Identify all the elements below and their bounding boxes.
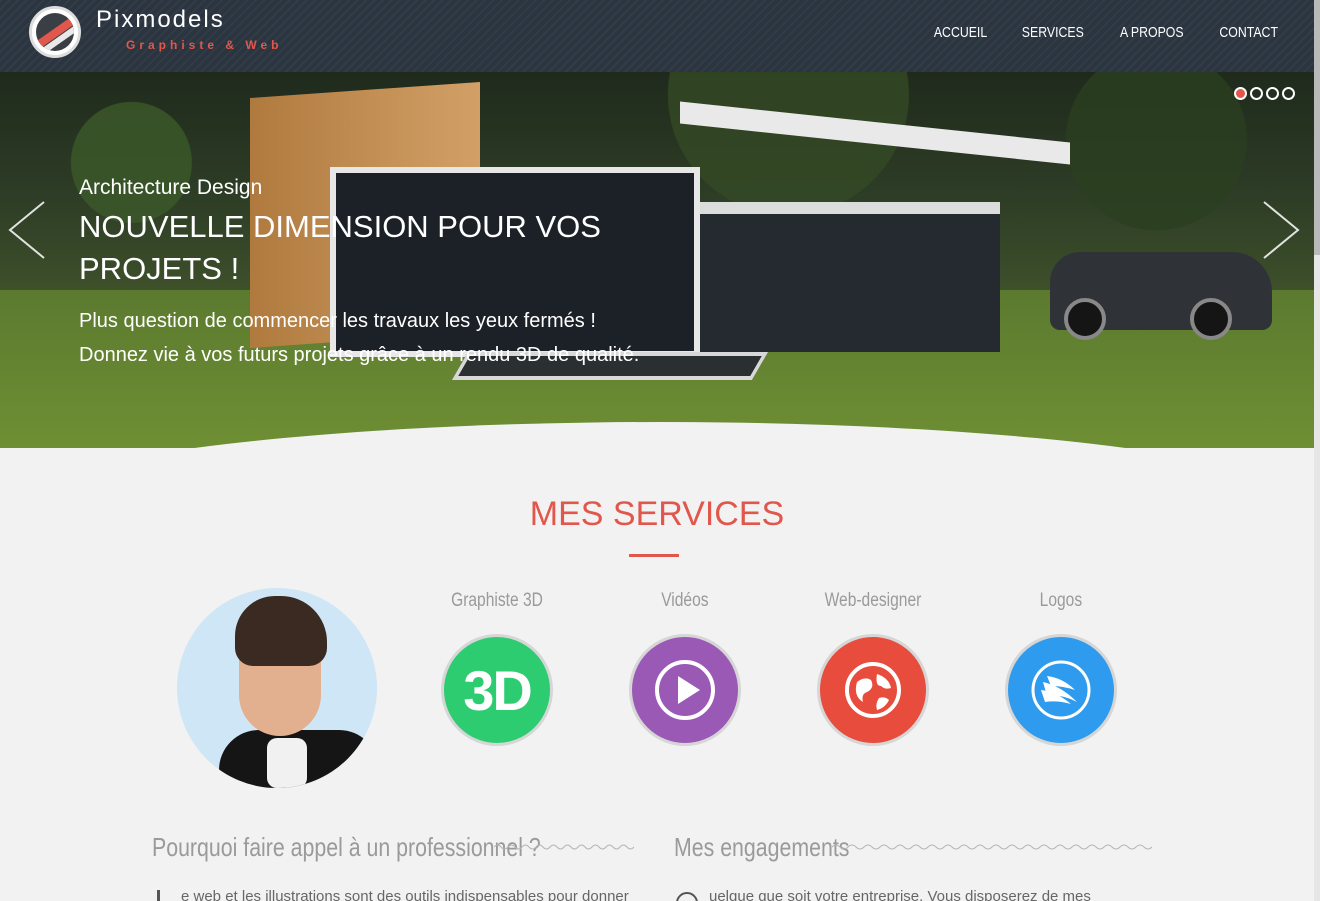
drop-cap-q-icon [676,892,698,901]
drop-cap-l-icon [157,890,160,901]
title-underline [629,554,679,557]
service-logos[interactable]: Logos [996,590,1126,746]
site-header: Pixmodels Graphiste & Web ACCUEIL SERVIC… [0,0,1314,72]
wavy-divider [832,844,1153,850]
service-graphiste-3d[interactable]: Graphiste 3D 3D [432,590,562,746]
chevron-right-icon[interactable] [1258,200,1302,260]
main-nav: ACCUEIL SERVICES A PROPOS CONTACT [928,24,1284,41]
hero-title: NOUVELLE DIMENSION POUR VOS PROJETS ! [79,209,601,286]
slide-dot-4[interactable] [1282,87,1295,100]
hero-text: Plus question de commencer les travaux l… [79,310,640,366]
globe-icon[interactable] [817,634,929,746]
commitments-title: Mes engagements [674,832,850,862]
brand-name[interactable]: Pixmodels [96,6,225,34]
car-image [1050,252,1272,340]
slider-pagination [1234,87,1295,100]
scrollbar-thumb[interactable] [1314,0,1320,255]
bird-logo-icon[interactable] [1005,634,1117,746]
wavy-divider [494,844,634,850]
house-right-wing [700,202,1000,352]
slide-dot-2[interactable] [1250,87,1263,100]
nav-contact[interactable]: CONTACT [1219,24,1278,41]
services-title: MES SERVICES [529,495,785,533]
3d-text-icon[interactable]: 3D [441,634,553,746]
service-label: Graphiste 3D [451,590,543,611]
brand-tagline: Graphiste & Web [126,38,283,52]
nav-accueil[interactable]: ACCUEIL [934,24,987,41]
service-label: Vidéos [661,590,709,611]
service-videos[interactable]: Vidéos [620,590,750,746]
chevron-left-icon[interactable] [6,200,50,260]
commitments-text: uelque que soit votre entreprise. Vous d… [709,888,1091,901]
why-title: Pourquoi faire appel à un professionnel … [152,832,541,862]
scrollbar[interactable] [1314,0,1320,901]
avatar [177,588,377,788]
hero-subtitle: Architecture Design [79,176,263,199]
nav-a-propos[interactable]: A PROPOS [1120,24,1184,41]
slide-dot-1[interactable] [1234,87,1247,100]
nav-services[interactable]: SERVICES [1022,24,1084,41]
service-label: Logos [1039,590,1083,611]
logo-icon[interactable] [29,6,81,58]
why-text: e web et les illustrations sont des outi… [181,888,629,901]
play-icon[interactable] [629,634,741,746]
service-label: Web-designer [824,590,922,611]
service-web-designer[interactable]: Web-designer [808,590,938,746]
slide-dot-3[interactable] [1266,87,1279,100]
